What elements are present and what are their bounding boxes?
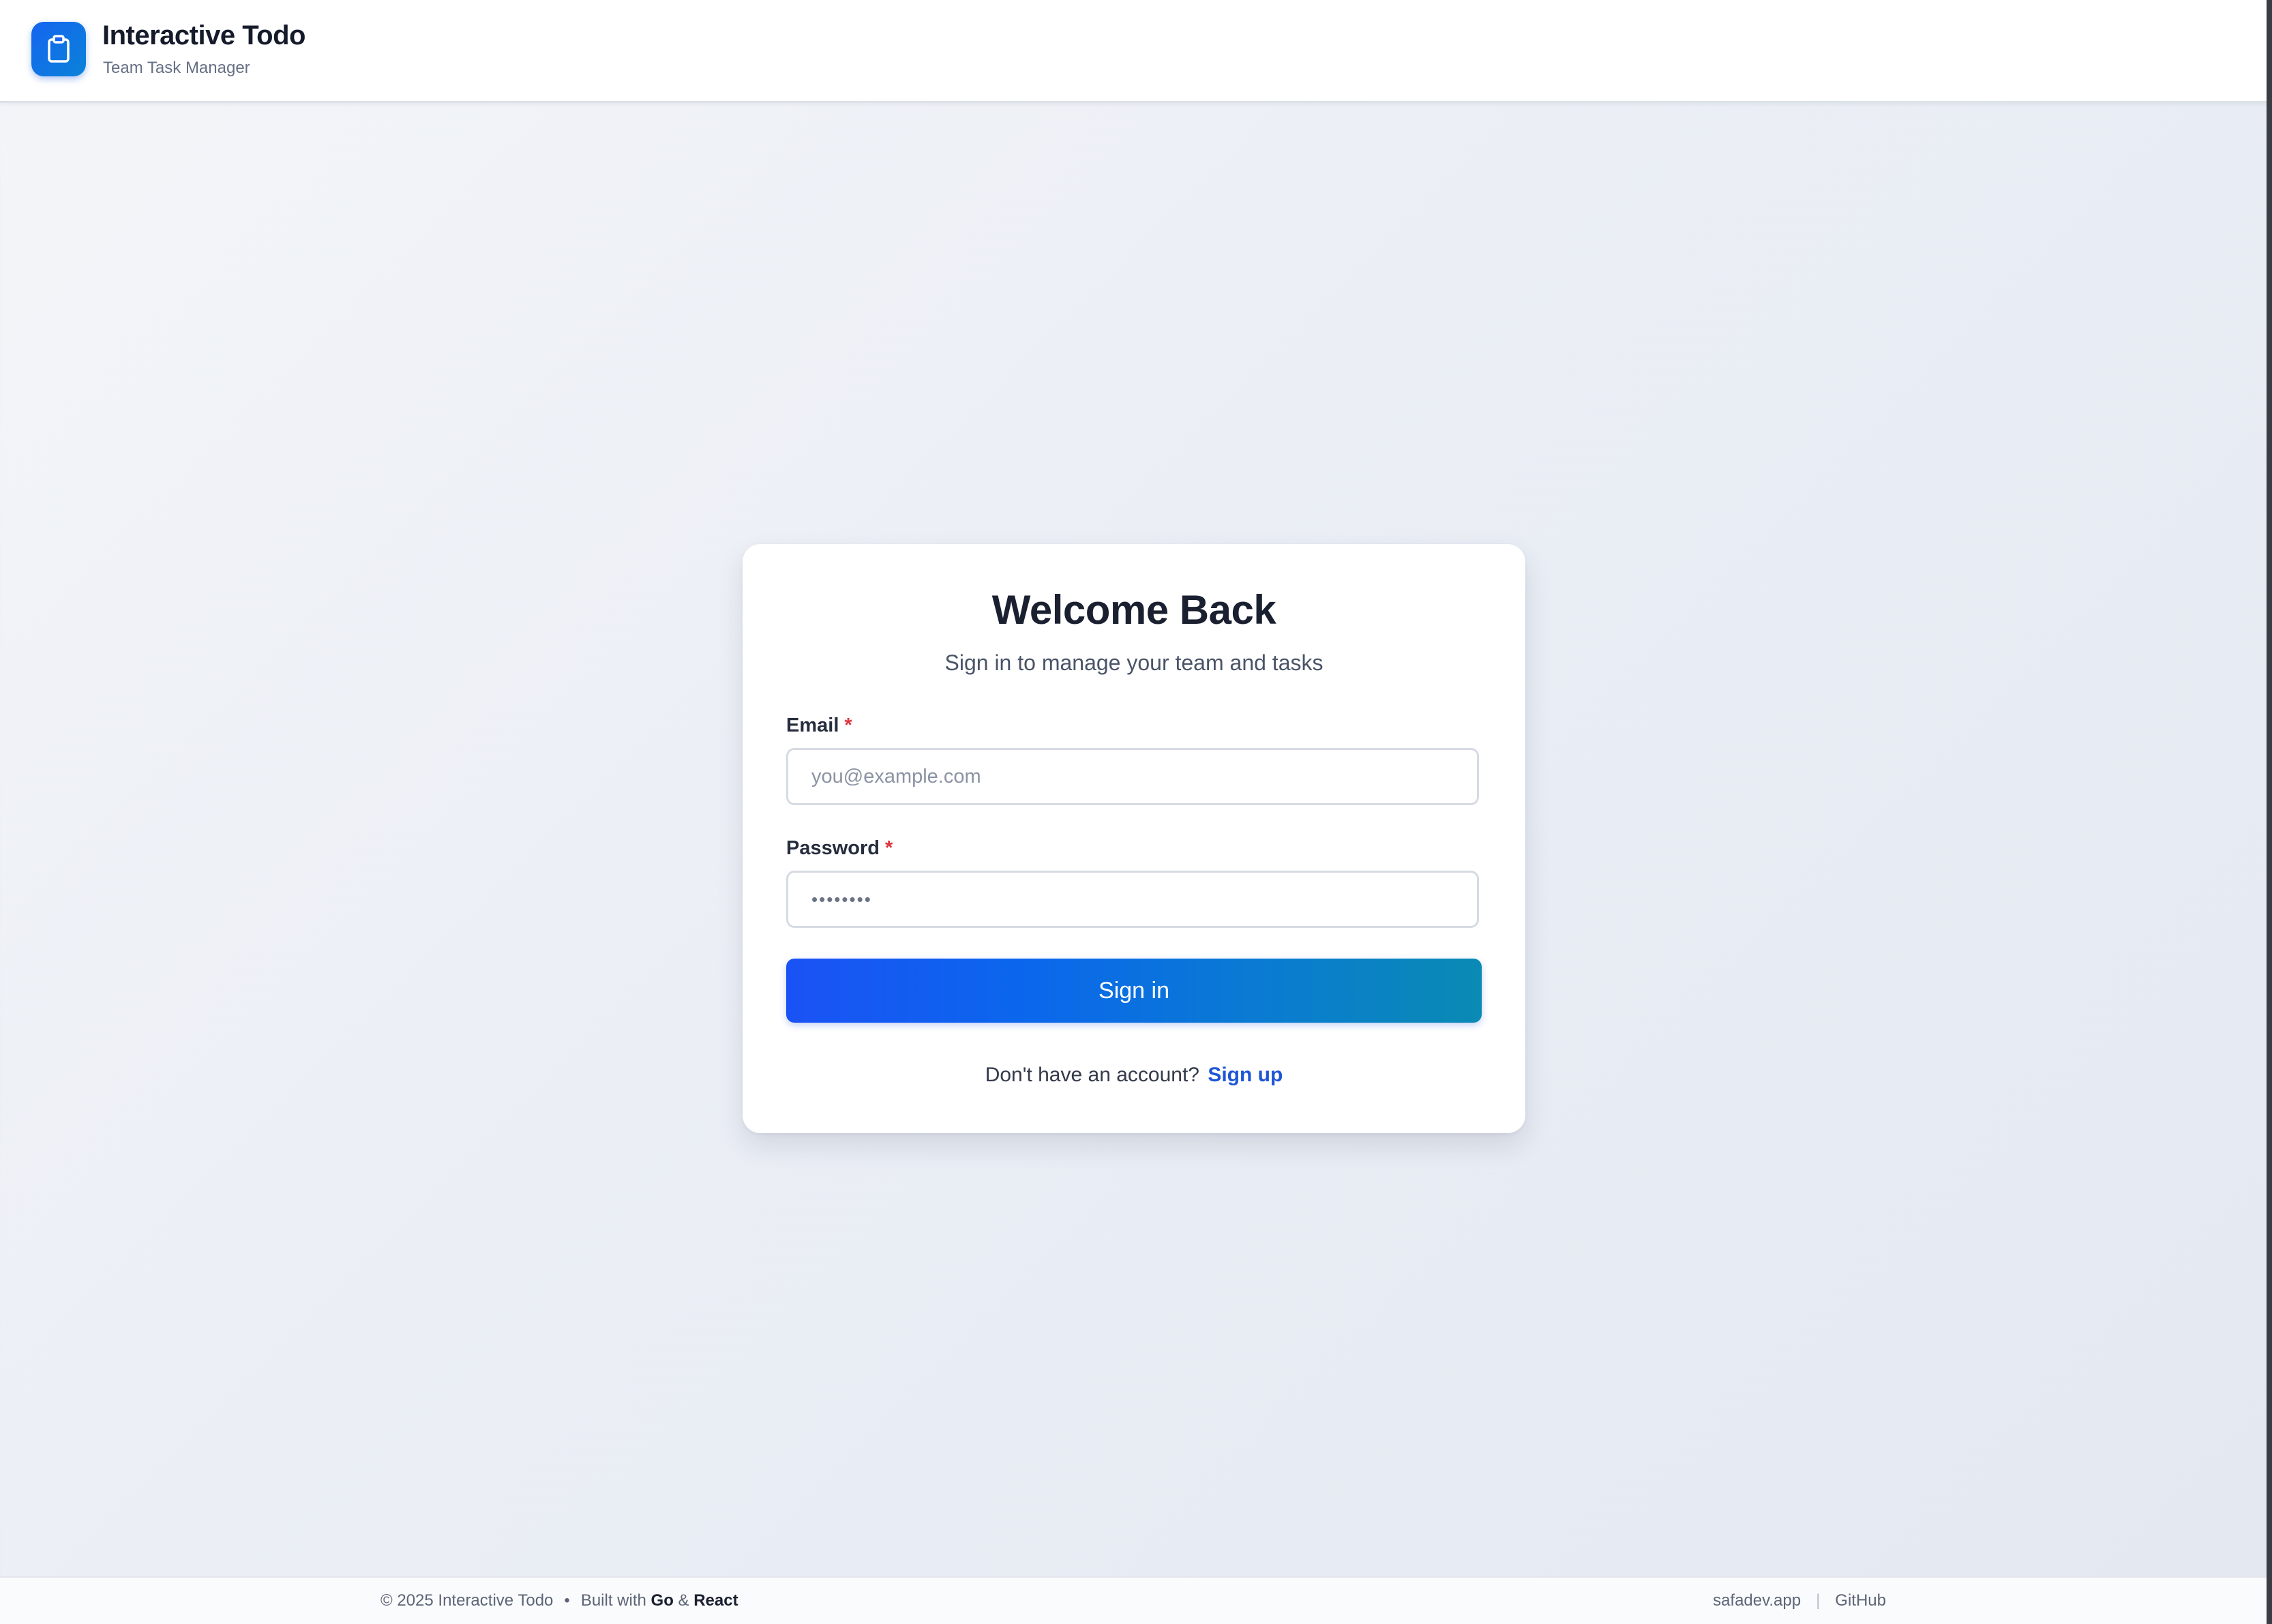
signup-prompt-text: Don't have an account? [985, 1064, 1199, 1086]
required-mark: * [885, 837, 893, 859]
app-logo[interactable] [31, 22, 86, 76]
site-link[interactable]: safadev.app [1713, 1591, 1801, 1610]
top-header: Interactive Todo Team Task Manager [0, 0, 2267, 103]
password-label-text: Password [786, 837, 880, 859]
email-placeholder: you@example.com [811, 766, 981, 787]
page-subtitle: Sign in to manage your team and tasks [944, 650, 1324, 675]
required-mark: * [844, 715, 852, 736]
footer-separator: • [564, 1591, 570, 1610]
footer-links: safadev.app | GitHub [1713, 1578, 1886, 1624]
window-edge [2267, 0, 2272, 1624]
sign-in-button[interactable]: Sign in [786, 959, 1482, 1023]
tech-react: React [693, 1591, 738, 1610]
github-link[interactable]: GitHub [1835, 1591, 1886, 1610]
footer-credits: © 2025 Interactive Todo • Built with Go & … [380, 1578, 738, 1624]
app-subtitle: Team Task Manager [103, 59, 250, 77]
sign-up-link[interactable]: Sign up [1208, 1064, 1283, 1086]
email-field[interactable]: you@example.com [786, 748, 1479, 805]
built-with-text: Built with [580, 1591, 646, 1610]
password-field[interactable]: •••••••• [786, 871, 1479, 928]
email-label: Email * [786, 715, 852, 737]
ampersand: & [678, 1591, 689, 1610]
email-label-text: Email [786, 715, 839, 736]
page-footer: © 2025 Interactive Todo • Built with Go & … [0, 1576, 2267, 1624]
login-card: Welcome Back Sign in to manage your team… [743, 544, 1525, 1133]
signup-prompt: Don't have an account? Sign up [743, 1064, 1525, 1087]
link-divider: | [1816, 1591, 1821, 1610]
tech-go: Go [651, 1591, 674, 1610]
password-placeholder: •••••••• [811, 889, 872, 909]
app-title: Interactive Todo [102, 20, 305, 50]
password-label: Password * [786, 837, 893, 860]
copyright-text: © 2025 Interactive Todo [380, 1591, 554, 1610]
page-title: Welcome Back [991, 587, 1276, 633]
clipboard-icon [48, 35, 70, 63]
